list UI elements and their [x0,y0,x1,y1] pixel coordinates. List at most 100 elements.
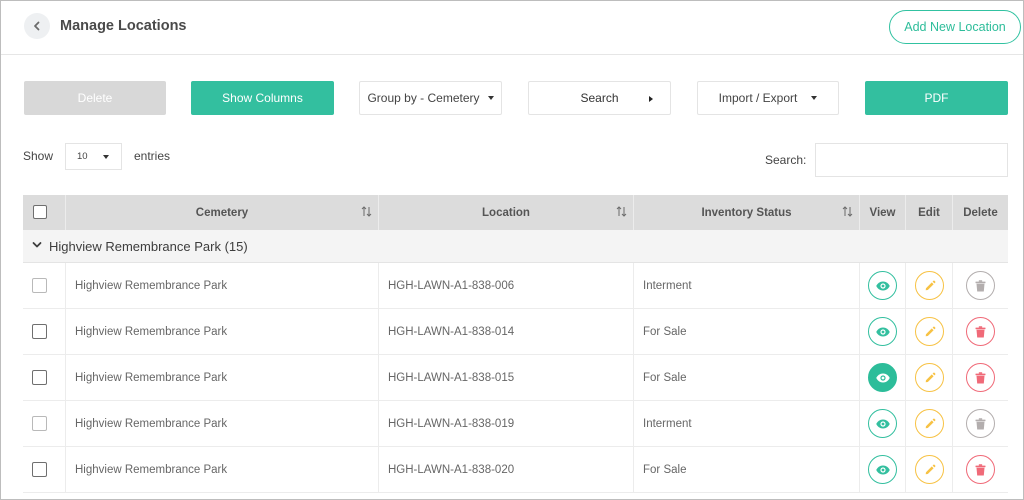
status-cell: For Sale [634,355,860,401]
checkbox-cell [23,263,66,309]
view-cell [860,447,906,493]
edit-button[interactable] [915,317,944,346]
caret-down-icon [103,155,109,159]
edit-button[interactable] [915,409,944,438]
table-row: Highview Remembrance Park HGH-LAWN-A1-83… [23,309,1008,355]
column-header-label: Cemetery [195,206,249,219]
cemetery-cell: Highview Remembrance Park [66,309,379,355]
edit-button[interactable] [915,455,944,484]
edit-cell [906,401,953,447]
checkbox-cell [23,355,66,401]
location-cell: HGH-LAWN-A1-838-006 [379,263,634,309]
select-all-checkbox[interactable] [33,205,47,219]
column-header-cemetery[interactable]: Cemetery [66,195,379,230]
search-button[interactable]: Search [528,81,671,115]
delete-button[interactable] [966,363,995,392]
column-header-label: Location [482,206,530,219]
status-cell: Interment [634,401,860,447]
import-export-label: Import / Export [718,91,798,105]
pdf-button[interactable]: PDF [865,81,1008,115]
column-header-label: View [869,206,896,219]
edit-cell [906,309,953,355]
view-cell [860,309,906,355]
checkbox-cell [23,309,66,355]
column-header-label: Inventory Status [701,206,792,219]
delete-button[interactable]: Delete [24,81,166,115]
back-button[interactable] [24,13,50,39]
view-button[interactable] [868,317,897,346]
location-cell: HGH-LAWN-A1-838-015 [379,355,634,401]
view-button[interactable] [868,363,897,392]
search-input[interactable] [815,143,1008,177]
view-button[interactable] [868,409,897,438]
delete-button[interactable] [966,317,995,346]
status-cell: For Sale [634,309,860,355]
cemetery-cell: Highview Remembrance Park [66,263,379,309]
delete-cell [953,355,1008,401]
table-row: Highview Remembrance Park HGH-LAWN-A1-83… [23,401,1008,447]
edit-cell [906,447,953,493]
delete-button[interactable] [966,409,995,438]
delete-button[interactable] [966,271,995,300]
column-header-view: View [860,195,906,230]
delete-cell [953,401,1008,447]
eye-icon [875,327,890,336]
entries-value: 10 [77,151,88,162]
pencil-icon [925,326,935,336]
edit-button[interactable] [915,271,944,300]
pencil-icon [925,418,935,428]
table-row: Highview Remembrance Park HGH-LAWN-A1-83… [23,447,1008,493]
sort-icon [616,206,627,217]
delete-button-label: Delete [77,91,113,105]
edit-button[interactable] [915,363,944,392]
trash-icon [975,463,986,475]
delete-button[interactable] [966,455,995,484]
entries-select[interactable]: 10 [65,143,122,170]
trash-icon [975,417,986,429]
eye-icon [875,281,890,290]
group-row[interactable]: Highview Remembrance Park (15) [23,230,1008,263]
view-button[interactable] [868,271,897,300]
view-cell [860,401,906,447]
table-row: Highview Remembrance Park HGH-LAWN-A1-83… [23,263,1008,309]
caret-right-icon [649,96,653,102]
pencil-icon [925,372,935,382]
delete-cell [953,447,1008,493]
view-button[interactable] [868,455,897,484]
search-label: Search: [765,153,807,167]
row-checkbox[interactable] [32,416,47,431]
location-cell: HGH-LAWN-A1-838-014 [379,309,634,355]
location-cell: HGH-LAWN-A1-838-020 [379,447,634,493]
add-new-location-button[interactable]: Add New Location [889,10,1021,44]
group-by-label: Group by - Cemetery [367,91,480,105]
eye-icon [875,419,890,428]
row-checkbox[interactable] [32,462,47,477]
import-export-dropdown[interactable]: Import / Export [697,81,839,115]
column-header-label: Edit [918,206,940,219]
group-by-dropdown[interactable]: Group by - Cemetery [359,81,502,115]
page-frame: Manage Locations Add New Location Delete… [0,0,1024,500]
sort-icon [361,206,372,217]
edit-cell [906,355,953,401]
chevron-down-icon [32,242,42,248]
entries-label: entries [134,149,171,163]
select-all-cell [23,195,66,230]
trash-icon [975,279,986,291]
back-arrow-icon [34,21,40,31]
column-header-inventory-status[interactable]: Inventory Status [634,195,860,230]
checkbox-cell [23,447,66,493]
page-header: Manage Locations Add New Location [1,1,1023,55]
status-cell: Interment [634,263,860,309]
row-checkbox[interactable] [32,324,47,339]
table-header: Cemetery Location Inventory Status View … [23,195,1008,230]
row-checkbox[interactable] [32,370,47,385]
search-button-label: Search [580,91,619,105]
show-columns-label: Show Columns [222,91,303,105]
delete-cell [953,263,1008,309]
column-header-location[interactable]: Location [379,195,634,230]
caret-down-icon [487,96,494,100]
row-checkbox[interactable] [32,278,47,293]
column-header-delete: Delete [953,195,1008,230]
show-columns-button[interactable]: Show Columns [191,81,334,115]
edit-cell [906,263,953,309]
